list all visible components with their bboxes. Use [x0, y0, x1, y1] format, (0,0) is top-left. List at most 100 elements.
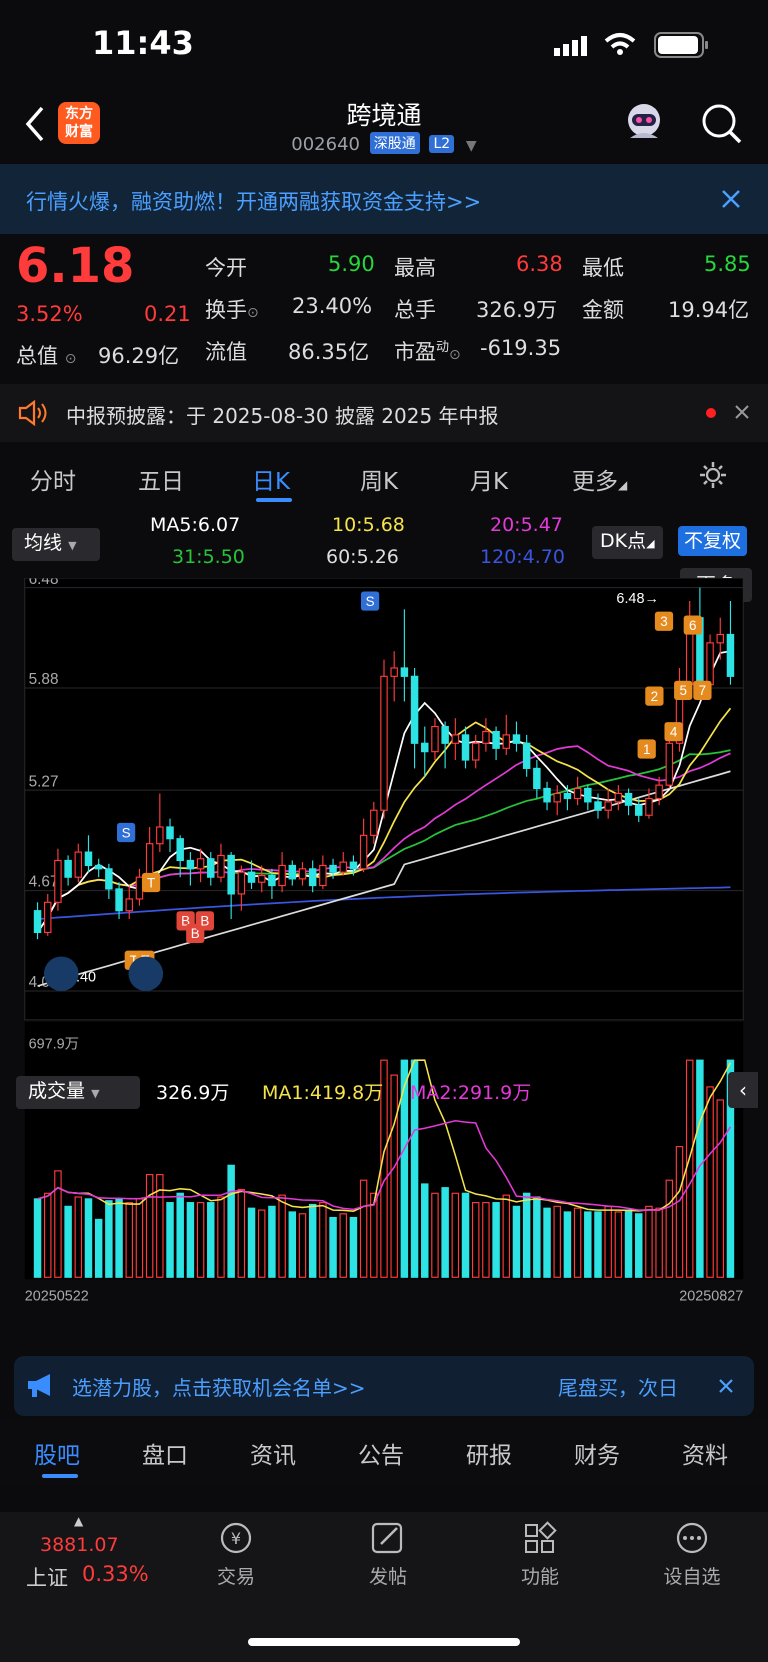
candle-body — [471, 742, 480, 761]
tab-profile[interactable]: 资料 — [682, 1436, 728, 1470]
tab-research[interactable]: 研报 — [466, 1436, 512, 1470]
collapse-chevron-icon[interactable]: ‹ — [728, 1072, 758, 1108]
candle-body — [512, 734, 521, 744]
tab-five-day[interactable]: 五日 — [138, 462, 184, 496]
speaker-icon — [18, 399, 48, 430]
volume-bar — [288, 1211, 297, 1278]
market-cap: 96.29亿 — [98, 344, 180, 368]
index-change: 0.33% — [82, 1562, 149, 1586]
x-start-label: 20250522 — [25, 1288, 89, 1304]
candle-body — [624, 792, 633, 806]
edit-post-icon — [371, 1522, 403, 1554]
candle-body — [125, 898, 133, 912]
tab-announcements[interactable]: 公告 — [358, 1436, 404, 1470]
volume-bar — [512, 1205, 521, 1278]
volume-bar — [166, 1202, 174, 1278]
volume-bar — [635, 1213, 643, 1278]
tab-daily-k[interactable]: 日K — [252, 462, 290, 496]
volume-bar — [349, 1216, 358, 1278]
candle-body — [461, 734, 470, 761]
volume-bar — [94, 1218, 103, 1278]
kline-svg[interactable]: 6.485.885.274.674.076.48→←4.40SSTTTBBB12… — [10, 571, 758, 1308]
tab-news[interactable]: 资讯 — [250, 1436, 296, 1470]
tab-forum[interactable]: 股吧 — [34, 1436, 80, 1470]
volume-ma2: MA2:291.9万 — [410, 1082, 532, 1104]
candle-body — [288, 864, 297, 880]
tab-weekly-k[interactable]: 周K — [360, 462, 398, 496]
turnover-label: 换手⊙ — [205, 298, 259, 322]
volume-bar — [604, 1205, 612, 1278]
close-icon[interactable] — [734, 404, 750, 424]
indicator-select[interactable]: 均线 ▼ — [12, 528, 100, 561]
volume-bar — [502, 1194, 511, 1278]
candle-body — [502, 734, 511, 749]
unread-dot — [706, 408, 716, 418]
y-tick-label: 4.67 — [29, 874, 59, 891]
volume-bar — [298, 1213, 307, 1278]
nav-functions[interactable]: 功能 — [480, 1512, 600, 1589]
volume-value: 326.9万 — [156, 1082, 230, 1104]
volume-bar — [135, 1198, 144, 1278]
battery-icon — [654, 32, 710, 62]
tab-finance[interactable]: 财务 — [574, 1436, 620, 1470]
candle-body — [614, 792, 623, 803]
candle-body — [196, 858, 205, 870]
candle-body — [563, 792, 572, 800]
close-icon[interactable] — [720, 188, 742, 214]
candle-body — [74, 851, 83, 878]
nav-add-watchlist[interactable]: 设自选 — [632, 1512, 752, 1589]
tab-more[interactable]: 更多◢ — [572, 462, 627, 496]
volume-bar — [645, 1205, 653, 1278]
volume-bar — [451, 1192, 460, 1278]
nav-trade[interactable]: ¥ 交易 — [176, 1512, 296, 1589]
tab-order-book[interactable]: 盘口 — [142, 1436, 188, 1470]
volume-bar — [319, 1202, 327, 1278]
candle-body — [115, 888, 123, 912]
adjust-button[interactable]: 不复权 — [678, 526, 748, 556]
dk-point-button[interactable]: DK点◢ — [592, 526, 663, 559]
caret-down-icon: ▼ — [465, 138, 477, 154]
tab-indicator — [256, 498, 292, 502]
candle-body — [370, 809, 378, 836]
ma-legend: 均线 ▼ MA5:6.07 10:5.68 20:5.47 31:5.50 60… — [0, 512, 768, 578]
stock-code: 002640 — [291, 134, 360, 155]
candle-body — [268, 874, 276, 887]
volume-bar — [186, 1202, 195, 1278]
promo-banner[interactable]: 行情火爆，融资助燃！开通两融获取资金支持>> — [0, 164, 768, 234]
kline-chart[interactable]: 6.485.885.274.674.076.48→←4.40SSTTTBBB12… — [10, 571, 758, 1308]
pe-dynamic-mark: 动 — [436, 340, 450, 355]
candle-body — [207, 858, 215, 878]
close-icon[interactable] — [718, 1378, 734, 1398]
candle-body — [421, 742, 429, 753]
signal-marker-label: T — [147, 875, 155, 890]
settings-gear-icon[interactable] — [698, 460, 728, 494]
ma20-value: 20:5.47 — [490, 514, 563, 536]
volume-bar — [278, 1194, 286, 1278]
candle-body — [135, 876, 144, 900]
disclosure-notice[interactable]: 中报预披露：于 2025-08-30 披露 2025 年中报 — [0, 384, 768, 442]
index-ticker[interactable]: ▲ 3881.07 上证 0.33% — [0, 1512, 180, 1592]
volume-bar — [308, 1203, 317, 1278]
search-icon[interactable] — [700, 102, 742, 148]
volume-bar — [43, 1192, 52, 1278]
volume-bar — [74, 1196, 83, 1278]
info-icon[interactable]: ⊙ — [247, 305, 259, 321]
pe-label: 市盈动⊙ — [394, 340, 461, 364]
robot-assistant-icon[interactable] — [620, 98, 668, 150]
candle-body — [635, 804, 643, 816]
info-icon[interactable]: ⊙ — [449, 347, 461, 363]
candle-body — [33, 910, 42, 934]
volume-value: 326.9万 — [476, 298, 558, 322]
volume-bar — [207, 1202, 215, 1278]
candle-body — [482, 730, 490, 744]
nav-post[interactable]: 发帖 — [328, 1512, 448, 1589]
tab-monthly-k[interactable]: 月K — [470, 462, 508, 496]
open-value: 5.90 — [328, 252, 375, 276]
tab-intraday[interactable]: 分时 — [30, 462, 76, 496]
info-icon[interactable]: ⊙ — [65, 351, 77, 367]
y-tick-label: 6.48 — [29, 578, 59, 588]
volume-indicator-select[interactable]: 成交量 ▼ — [16, 1076, 140, 1109]
volume-bar — [125, 1202, 133, 1278]
opportunity-banner[interactable]: 选潜力股，点击获取机会名单>> 尾盘买，次日 — [14, 1356, 754, 1416]
volume-bar — [553, 1205, 561, 1278]
